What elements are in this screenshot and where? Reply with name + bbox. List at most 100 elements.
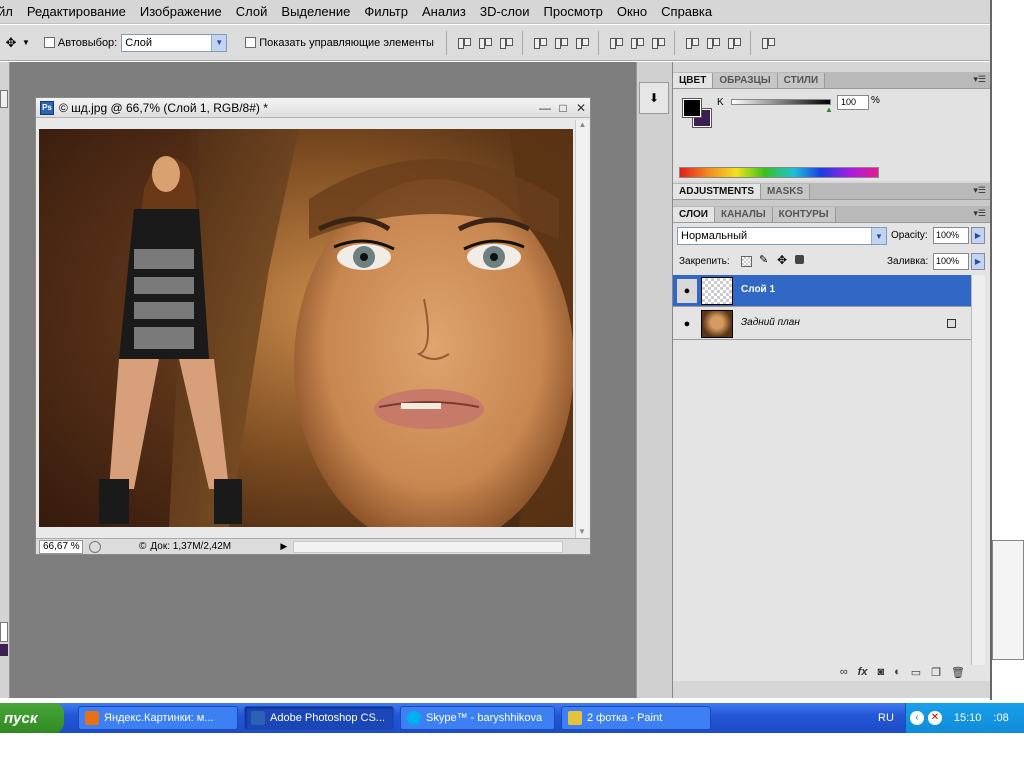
k-slider[interactable]: [731, 99, 831, 105]
align-right-icon[interactable]: [573, 34, 590, 51]
menu-item[interactable]: Окно: [610, 0, 654, 24]
align-bottom-icon[interactable]: [497, 34, 514, 51]
menu-item[interactable]: йл: [0, 0, 20, 24]
tab-swatches[interactable]: ОБРАЗЦЫ: [713, 73, 778, 88]
tab-color[interactable]: ЦВЕТ: [673, 73, 714, 88]
panel-menu-icon[interactable]: ▾☰: [973, 185, 986, 196]
eye-icon[interactable]: ●: [677, 312, 697, 336]
opacity-input[interactable]: 100%: [933, 227, 969, 244]
navigator-icon[interactable]: ⬇: [639, 82, 669, 114]
eye-icon[interactable]: ●: [677, 279, 697, 303]
layer-row[interactable]: ● Задний план: [673, 308, 971, 340]
fill-input[interactable]: 100%: [933, 253, 969, 270]
lock-transparency-icon[interactable]: [741, 256, 752, 267]
menu-item[interactable]: Фильтр: [357, 0, 415, 24]
layer-row[interactable]: ● Слой 1: [673, 275, 971, 307]
trash-icon[interactable]: 🗑: [951, 666, 965, 679]
tab-paths[interactable]: КОНТУРЫ: [772, 207, 836, 222]
tab-adjustments[interactable]: ADJUSTMENTS: [673, 184, 762, 199]
menu-item[interactable]: Выделение: [274, 0, 357, 24]
menu-item[interactable]: Анализ: [415, 0, 473, 24]
scroll-down-icon[interactable]: ▼: [576, 527, 588, 536]
slider-handle-icon[interactable]: ▲: [825, 105, 833, 114]
auto-align-icon[interactable]: [759, 34, 776, 51]
clock[interactable]: 15:10: [954, 712, 982, 724]
layers-scrollbar[interactable]: [971, 275, 985, 665]
document-window[interactable]: Ps © шд.jpg @ 66,7% (Слой 1, RGB/8#) * —…: [35, 97, 591, 555]
menu-item[interactable]: Редактирование: [20, 0, 133, 24]
k-value-input[interactable]: 100: [837, 95, 869, 110]
tray-arrow-icon[interactable]: ‹: [909, 711, 924, 725]
menu-item[interactable]: Слой: [229, 0, 275, 24]
color-ramp[interactable]: [679, 167, 879, 178]
fill-arrow-icon[interactable]: ▶: [971, 253, 985, 270]
lock-pixels-icon[interactable]: ✎: [759, 253, 768, 266]
adjustment-icon[interactable]: ◐: [894, 666, 901, 678]
panel-menu-icon[interactable]: ▾☰: [973, 208, 986, 219]
blend-mode-select[interactable]: Нормальный ▼: [677, 227, 887, 245]
show-controls-checkbox[interactable]: [245, 37, 257, 48]
align-vcenter-icon[interactable]: [476, 34, 493, 51]
distribute-right-icon[interactable]: [725, 34, 742, 51]
tab-channels[interactable]: КАНАЛЫ: [714, 207, 773, 222]
lock-position-icon[interactable]: ✥: [777, 253, 787, 267]
distribute-left-icon[interactable]: [683, 34, 700, 51]
maximize-icon[interactable]: □: [554, 101, 572, 115]
menu-item[interactable]: Справка: [654, 0, 719, 24]
tool-preset-dropdown-icon[interactable]: ▼: [22, 38, 30, 47]
layer-thumbnail: [701, 310, 733, 338]
tab-styles[interactable]: СТИЛИ: [777, 73, 826, 88]
channel-label: K: [717, 97, 724, 108]
opacity-label: Opacity:: [891, 230, 928, 241]
menu-item[interactable]: Просмотр: [537, 0, 610, 24]
panel-menu-icon[interactable]: ▾☰: [973, 74, 986, 85]
new-layer-icon[interactable]: ❐: [931, 666, 941, 679]
photoshop-icon: [251, 711, 265, 725]
status-menu-icon[interactable]: [89, 540, 101, 553]
zoom-field[interactable]: 66,67 %: [39, 539, 83, 554]
menu-item[interactable]: 3D-слои: [473, 0, 537, 24]
menu-item[interactable]: Изображение: [133, 0, 229, 24]
background-swatch[interactable]: [0, 644, 8, 656]
document-title-bar[interactable]: Ps © шд.jpg @ 66,7% (Слой 1, RGB/8#) * —…: [36, 98, 590, 118]
align-left-icon[interactable]: [531, 34, 548, 51]
task-label: Skype™ - baryshhikova: [426, 712, 543, 724]
taskbar: пуск Яндекс.Картинки: м... Adobe Photosh…: [0, 703, 1024, 733]
distribute-top-icon[interactable]: [607, 34, 624, 51]
lock-label: Закрепить:: [679, 256, 730, 267]
mask-icon[interactable]: ◙: [877, 666, 884, 678]
distribute-bottom-icon[interactable]: [649, 34, 666, 51]
canvas[interactable]: [39, 129, 573, 527]
minimize-icon[interactable]: —: [536, 101, 554, 115]
tool-button[interactable]: [0, 622, 8, 642]
lock-all-icon[interactable]: [795, 255, 804, 264]
move-tool-icon[interactable]: ✥: [0, 35, 22, 51]
task-button-skype[interactable]: Skype™ - baryshhikova: [400, 706, 555, 730]
vertical-scrollbar[interactable]: ▲ ▼: [575, 120, 589, 538]
start-button[interactable]: пуск: [0, 703, 64, 733]
network-icon[interactable]: ✕: [927, 711, 942, 725]
task-button-browser[interactable]: Яндекс.Картинки: м...: [78, 706, 238, 730]
horizontal-scrollbar[interactable]: [293, 540, 564, 553]
folder-icon[interactable]: ▭: [911, 666, 921, 679]
align-hcenter-icon[interactable]: [552, 34, 569, 51]
autoselect-select[interactable]: Слой ▼: [121, 33, 228, 52]
opacity-arrow-icon[interactable]: ▶: [971, 227, 985, 244]
tab-masks[interactable]: MASKS: [761, 184, 811, 199]
close-icon[interactable]: ✕: [572, 101, 590, 115]
task-button-photoshop[interactable]: Adobe Photoshop CS...: [244, 706, 394, 730]
distribute-vcenter-icon[interactable]: [628, 34, 645, 51]
language-indicator[interactable]: RU: [878, 712, 894, 724]
link-icon[interactable]: ∞: [840, 666, 848, 678]
autoselect-checkbox[interactable]: [43, 37, 55, 48]
scroll-up-icon[interactable]: ▲: [576, 120, 589, 132]
status-arrow-icon[interactable]: ▶: [280, 541, 287, 552]
tool-button[interactable]: [0, 90, 8, 108]
doc-size-info: Док: 1,37M/2,42M: [150, 541, 232, 552]
foreground-color[interactable]: [682, 98, 702, 118]
task-button-paint[interactable]: 2 фотка - Paint: [561, 706, 711, 730]
distribute-hcenter-icon[interactable]: [704, 34, 721, 51]
align-top-icon[interactable]: [455, 34, 472, 51]
tab-layers[interactable]: СЛОИ: [673, 207, 715, 222]
fx-icon[interactable]: fx: [858, 666, 868, 678]
